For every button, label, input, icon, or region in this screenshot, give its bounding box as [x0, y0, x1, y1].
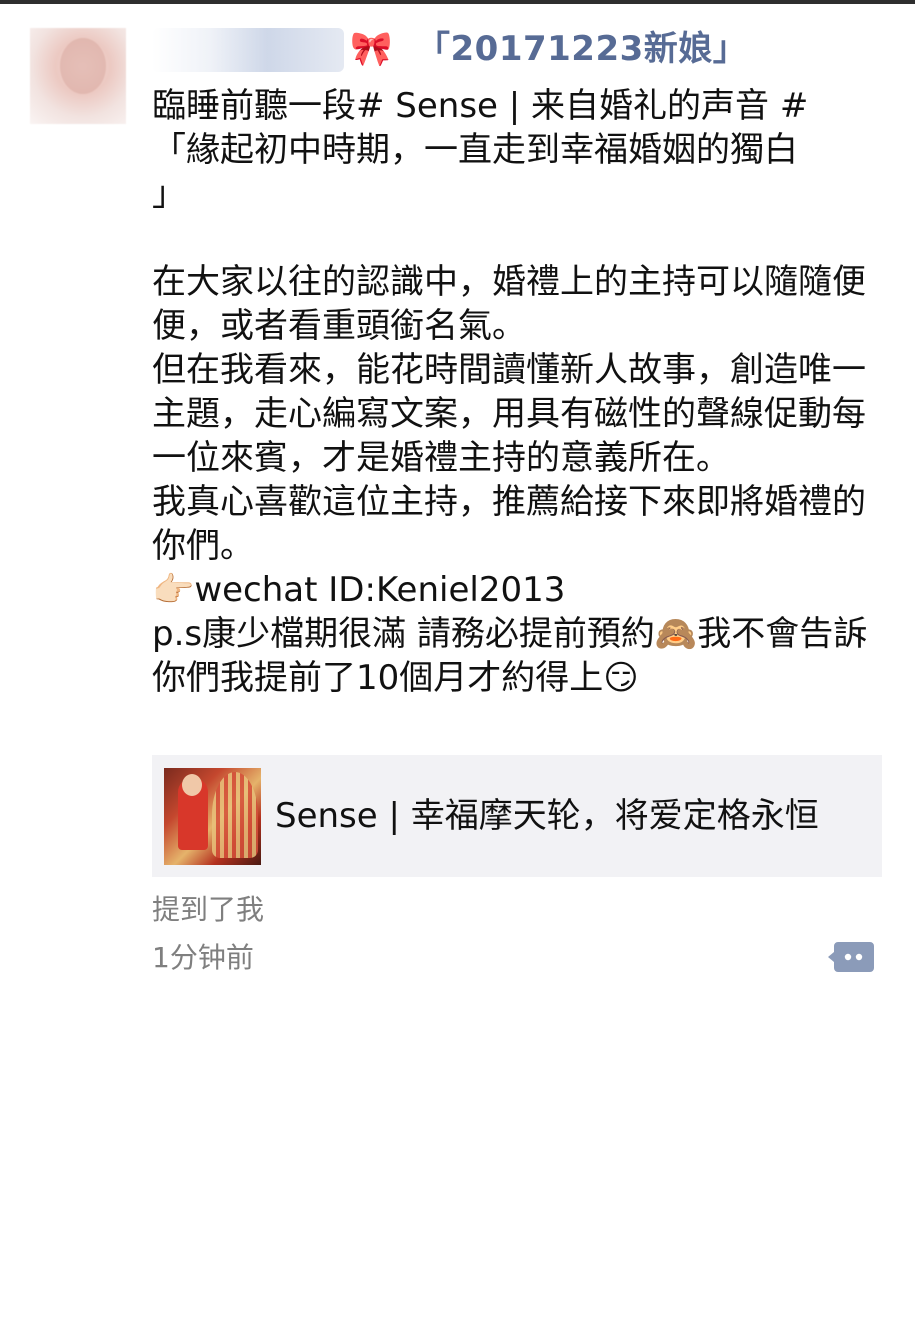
avatar-blur	[60, 38, 106, 94]
shared-link-card[interactable]: Sense | 幸福摩天轮，将爱定格永恒	[152, 755, 882, 877]
author-name[interactable]: 「20171223新娘」	[416, 26, 747, 72]
bow-emoji: 🎀	[350, 29, 393, 69]
avatar[interactable]	[30, 28, 126, 124]
author-row: 🎀 「20171223新娘」	[152, 22, 892, 78]
mention-label: 提到了我	[152, 893, 265, 926]
post-text: 臨睡前聽一段# Sense | 来自婚礼的声音 # 「緣起初中時期，一直走到幸福…	[152, 86, 868, 698]
thumbnail-face	[182, 774, 202, 796]
link-title: Sense | 幸福摩天轮，将爱定格永恒	[275, 796, 819, 836]
redacted-name	[152, 28, 344, 72]
link-thumbnail	[164, 768, 261, 865]
comment-icon[interactable]	[828, 940, 874, 974]
post-time: 1分钟前	[152, 941, 254, 974]
moments-post: 🎀 「20171223新娘」 臨睡前聽一段# Sense | 来自婚礼的声音 #…	[0, 0, 915, 1334]
thumbnail-fan	[212, 772, 258, 858]
